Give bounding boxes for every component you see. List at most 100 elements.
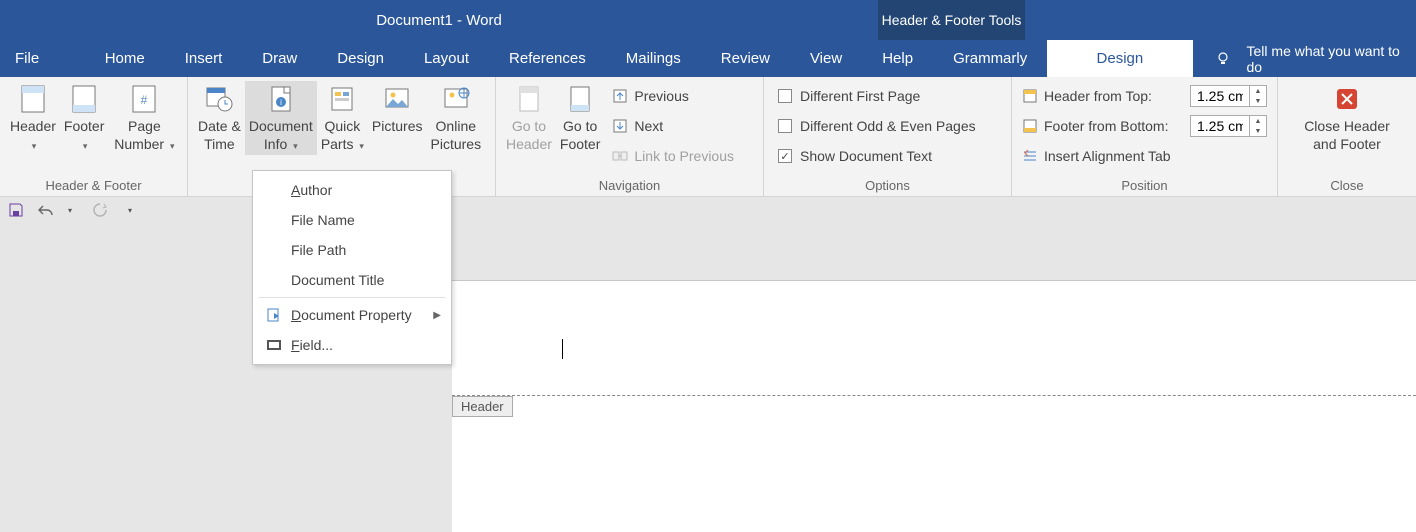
header-from-top-input[interactable]: ▲▼ (1190, 85, 1267, 107)
close-header-footer-button[interactable]: Close Header and Footer (1299, 81, 1395, 155)
field-icon (263, 339, 285, 351)
svg-text:i: i (280, 98, 282, 107)
checkbox-checked-icon: ✓ (778, 149, 792, 163)
tab-insert[interactable]: Insert (165, 40, 243, 77)
group-label: Navigation (502, 178, 757, 196)
menu-file-path[interactable]: File Path (253, 235, 451, 265)
spin-down-icon[interactable]: ▼ (1250, 96, 1266, 106)
group-label: Options (770, 178, 1005, 196)
menu-document-title[interactable]: Document Title (253, 265, 451, 295)
previous-button[interactable]: Previous (604, 81, 742, 111)
chevron-down-icon: ▾ (81, 141, 88, 151)
qat-customize[interactable]: ▾ (120, 200, 140, 220)
document-info-icon: i (265, 83, 297, 115)
tab-references[interactable]: References (489, 40, 606, 77)
group-label: Position (1018, 178, 1271, 196)
goto-footer-icon (564, 83, 596, 115)
group-label: Close (1284, 178, 1410, 196)
pictures-button[interactable]: Pictures (368, 81, 427, 138)
different-odd-even-checkbox[interactable]: Different Odd & Even Pages (770, 111, 1005, 141)
pictures-icon (381, 83, 413, 115)
menu-field[interactable]: Field... (253, 330, 451, 360)
page-number-icon: # (128, 83, 160, 115)
tab-layout[interactable]: Layout (404, 40, 489, 77)
document-info-menu: Author File Name File Path Document Titl… (252, 170, 452, 365)
document-canvas: Header (0, 223, 1416, 532)
chevron-down-icon: ▾ (357, 141, 364, 151)
contextual-tab-label: Header & Footer Tools (878, 0, 1025, 40)
document-info-button[interactable]: i Document Info ▾ (245, 81, 317, 155)
link-icon (612, 148, 628, 164)
header-icon (17, 83, 49, 115)
tab-view[interactable]: View (790, 40, 862, 77)
page-number-button[interactable]: # Page Number ▾ (108, 81, 180, 155)
footer-from-bottom-label: Footer from Bottom: (1044, 118, 1168, 134)
link-to-previous-button: Link to Previous (604, 141, 742, 171)
svg-text:#: # (141, 93, 148, 107)
spin-up-icon[interactable]: ▲ (1250, 116, 1266, 126)
checkbox-icon (778, 89, 792, 103)
quick-parts-button[interactable]: Quick Parts ▾ (317, 81, 368, 155)
tab-grammarly[interactable]: Grammarly (933, 40, 1047, 77)
group-header-footer: Header▾ Footer▾ # Page Number ▾ Header &… (0, 77, 188, 196)
document-title: Document1 - Word (0, 0, 878, 40)
alignment-tab-icon (1022, 148, 1038, 164)
footer-from-bottom-input[interactable]: ▲▼ (1190, 115, 1267, 137)
different-first-page-checkbox[interactable]: Different First Page (770, 81, 1005, 111)
tab-mailings[interactable]: Mailings (606, 40, 701, 77)
online-pictures-button[interactable]: Online Pictures (427, 81, 486, 155)
menu-author[interactable]: Author (253, 175, 451, 205)
tell-me-search[interactable]: Tell me what you want to do (1193, 40, 1416, 77)
tab-design[interactable]: Design (317, 40, 404, 77)
tab-hf-design[interactable]: Design (1047, 40, 1192, 77)
ribbon: Header▾ Footer▾ # Page Number ▾ Header &… (0, 77, 1416, 197)
menu-document-property[interactable]: Document Property ▶ (253, 300, 451, 330)
tab-review[interactable]: Review (701, 40, 790, 77)
group-close: Close Header and Footer Close (1278, 77, 1416, 196)
title-bar: Document1 - Word Header & Footer Tools (0, 0, 1416, 40)
tab-draw[interactable]: Draw (242, 40, 317, 77)
spin-up-icon[interactable]: ▲ (1250, 86, 1266, 96)
header-region-label: Header (452, 396, 513, 417)
lightbulb-icon (1215, 51, 1231, 67)
tell-me-placeholder: Tell me what you want to do (1247, 43, 1416, 75)
goto-header-button: Go to Header (502, 81, 556, 155)
ribbon-tabs: File Home Insert Draw Design Layout Refe… (0, 40, 1416, 77)
calendar-clock-icon (203, 83, 235, 115)
goto-header-icon (513, 83, 545, 115)
menu-separator (259, 297, 445, 298)
quick-access-toolbar: ▾ ▾ (0, 197, 1416, 223)
menu-file-name[interactable]: File Name (253, 205, 451, 235)
show-document-text-checkbox[interactable]: ✓ Show Document Text (770, 141, 1005, 171)
quick-parts-icon (326, 83, 358, 115)
goto-footer-button[interactable]: Go to Footer (556, 81, 604, 155)
header-from-top-label: Header from Top: (1044, 88, 1152, 104)
submenu-arrow-icon: ▶ (433, 310, 441, 321)
tab-help[interactable]: Help (862, 40, 933, 77)
header-boundary (452, 395, 1416, 396)
chevron-down-icon: ▾ (30, 141, 37, 151)
next-button[interactable]: Next (604, 111, 742, 141)
footer-position-icon (1022, 118, 1038, 134)
header-position-icon (1022, 88, 1038, 104)
online-pictures-icon (440, 83, 472, 115)
save-button[interactable] (6, 200, 26, 220)
checkbox-icon (778, 119, 792, 133)
tab-file[interactable]: File (0, 40, 57, 77)
footer-button[interactable]: Footer▾ (60, 81, 108, 155)
tab-home[interactable]: Home (85, 40, 165, 77)
date-time-button[interactable]: Date & Time (194, 81, 245, 155)
group-navigation: Go to Header Go to Footer Previous Next … (496, 77, 764, 196)
undo-button[interactable] (36, 200, 56, 220)
footer-icon (68, 83, 100, 115)
text-cursor (562, 339, 563, 359)
header-button[interactable]: Header▾ (6, 81, 60, 155)
next-icon (612, 118, 628, 134)
group-label: Header & Footer (6, 178, 181, 196)
chevron-down-icon: ▾ (291, 141, 298, 151)
undo-dropdown[interactable]: ▾ (60, 200, 80, 220)
insert-alignment-tab-button[interactable]: Insert Alignment Tab (1018, 141, 1271, 171)
spin-down-icon[interactable]: ▼ (1250, 126, 1266, 136)
redo-button[interactable] (90, 200, 110, 220)
document-page[interactable]: Header (452, 280, 1416, 532)
